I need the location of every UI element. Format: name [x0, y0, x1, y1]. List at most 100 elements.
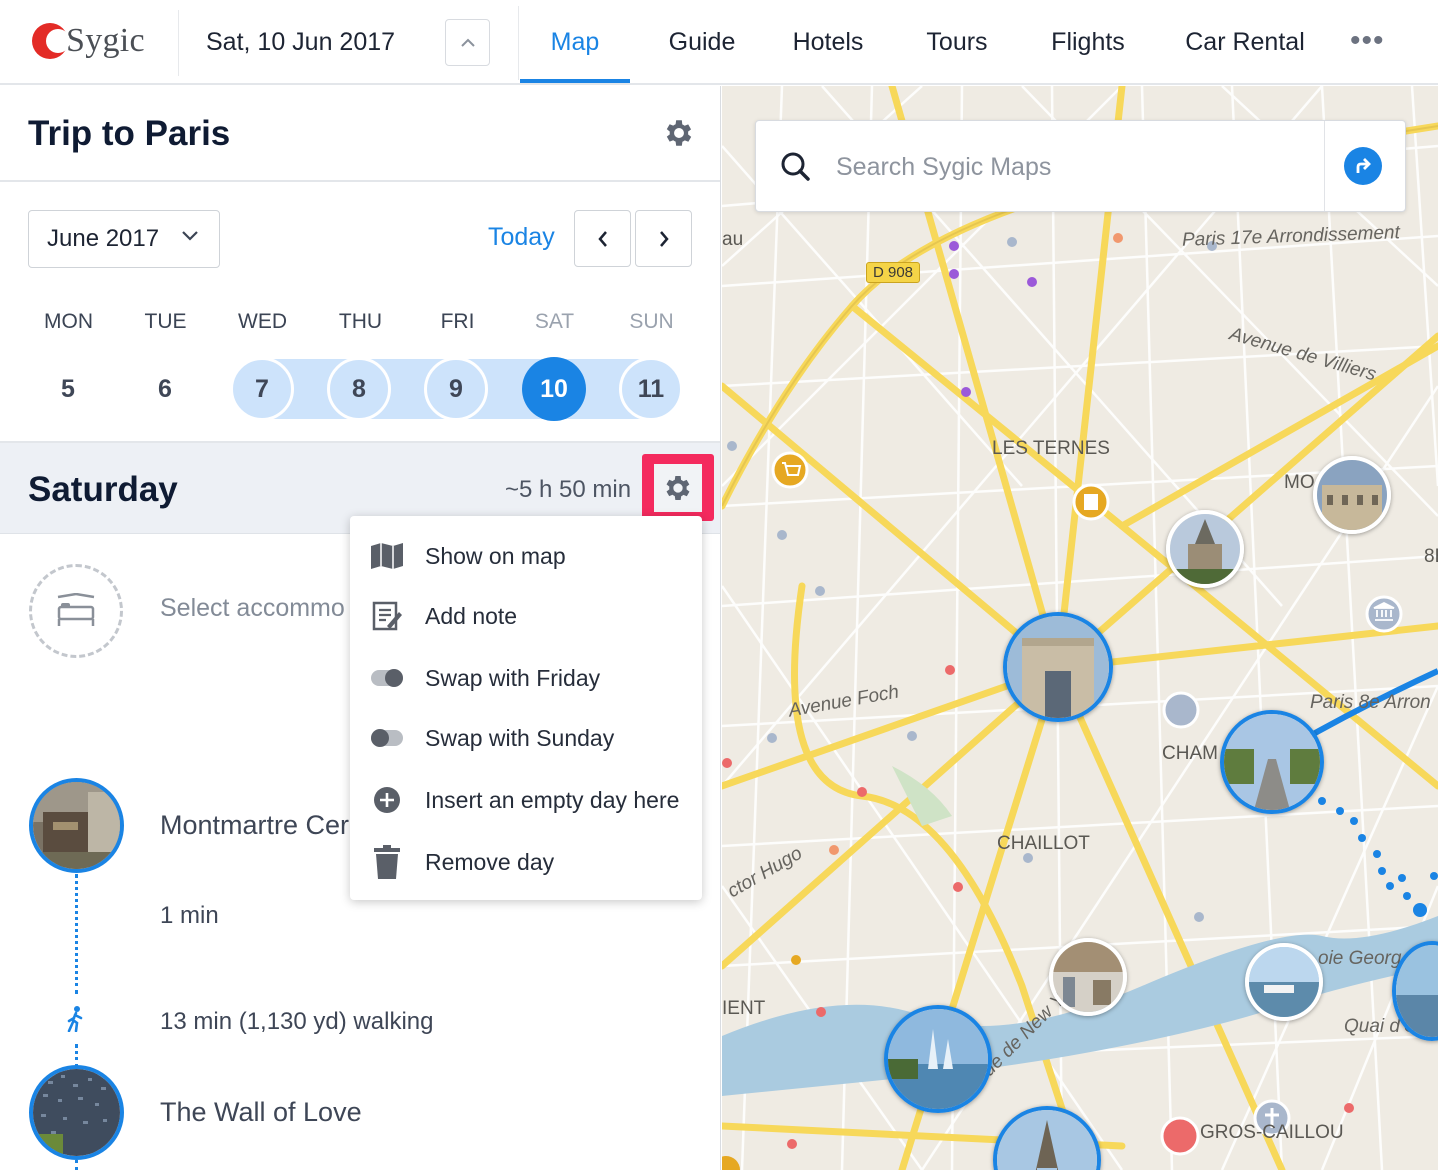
place-name[interactable]: The Wall of Love — [160, 1097, 362, 1128]
divider — [1324, 121, 1325, 211]
photo-icon — [1396, 945, 1438, 1037]
weekday-label: WED — [238, 310, 287, 333]
select-accommodation-link[interactable]: Select accommo — [160, 594, 345, 623]
day-duration: ~5 h 50 min — [505, 476, 632, 503]
day-settings-inner — [654, 463, 702, 512]
map-label: IENT — [722, 998, 766, 1019]
place-photo[interactable] — [29, 778, 124, 873]
map-poi-champs-elysees[interactable] — [1220, 710, 1324, 814]
calendar-day[interactable]: 8 — [327, 357, 391, 421]
walking-duration: 13 min (1,130 yd) walking — [160, 1008, 434, 1035]
chevron-up-icon — [460, 38, 475, 47]
map-poi-trocadero[interactable] — [884, 1005, 992, 1113]
divider — [0, 180, 720, 182]
menu-item-swap-sunday[interactable]: Swap with Sunday — [350, 710, 702, 766]
trip-title: Trip to Paris — [28, 114, 231, 153]
weekday-label: SAT — [534, 310, 575, 333]
month-select-value: June 2017 — [47, 225, 160, 252]
stay-duration: 1 min — [160, 902, 219, 929]
map-label: CHAILLOT — [997, 833, 1090, 854]
nav-flights[interactable]: Flights — [1024, 0, 1152, 85]
map-icon — [370, 539, 404, 573]
trip-date: Sat, 10 Jun 2017 — [206, 28, 396, 56]
building-photo-icon — [1317, 460, 1387, 530]
eiffel-tower-photo-icon — [997, 1110, 1097, 1170]
weekday-label: MON — [44, 310, 93, 333]
trip-settings-gear-icon[interactable] — [662, 116, 696, 150]
prev-week-button[interactable] — [574, 210, 631, 267]
place-name[interactable]: Montmartre Cer — [160, 810, 349, 841]
nav-car-rental[interactable]: Car Rental — [1152, 0, 1338, 85]
map-label: MO — [1284, 472, 1315, 493]
road-number-badge: D 908 — [866, 262, 921, 283]
map-poi-arc-de-triomphe[interactable] — [1003, 612, 1113, 722]
menu-item-label: Remove day — [425, 848, 555, 875]
map-search-input[interactable] — [836, 149, 1316, 185]
menu-item-label: Insert an empty day here — [425, 786, 680, 813]
calendar-day[interactable]: 9 — [424, 357, 488, 421]
sygic-logo[interactable]: Sygic — [32, 22, 145, 60]
top-bar: Sygic Sat, 10 Jun 2017 Map Guide Hotels … — [0, 0, 1438, 85]
next-week-button[interactable] — [635, 210, 692, 267]
map-search-box — [755, 120, 1406, 212]
gear-icon — [666, 475, 690, 500]
search-icon — [781, 152, 810, 181]
more-menu-icon[interactable]: ••• — [1350, 24, 1385, 58]
place-photo[interactable] — [29, 1065, 124, 1160]
menu-item-add-note[interactable]: Add note — [350, 588, 702, 644]
menu-item-remove-day[interactable]: Remove day — [350, 834, 702, 890]
map-poi-photo[interactable] — [1313, 456, 1391, 534]
day-title: Saturday — [28, 470, 178, 509]
map-poi-photo[interactable] — [1166, 510, 1244, 588]
menu-item-show-on-map[interactable]: Show on map — [350, 528, 702, 584]
calendar-day[interactable]: 6 — [133, 357, 197, 421]
weekday-label: SUN — [629, 310, 674, 333]
map-label: au — [722, 229, 744, 250]
day-settings-button[interactable] — [642, 454, 714, 521]
divider — [178, 10, 179, 76]
main-nav: Map Guide Hotels Tours Flights Car Renta… — [520, 0, 1338, 85]
museum-photo-icon — [1053, 942, 1123, 1012]
nav-map[interactable]: Map — [520, 0, 630, 85]
nav-tours[interactable]: Tours — [890, 0, 1024, 85]
calendar-day[interactable]: 11 — [619, 357, 683, 421]
menu-item-label: Add note — [425, 602, 518, 629]
accommodation-placeholder[interactable] — [29, 564, 123, 658]
calendar-day-selected[interactable]: 10 — [522, 357, 586, 421]
map-poi-photo[interactable] — [1049, 938, 1127, 1016]
collapse-button[interactable] — [445, 19, 490, 66]
weekday-label: TUE — [144, 310, 187, 333]
avenue-photo-icon — [1224, 714, 1320, 810]
directions-arrow-icon — [1356, 158, 1371, 173]
weekday-header: MON TUE WED THU FRI SAT SUN — [20, 310, 700, 338]
river-boat-photo-icon — [1249, 947, 1319, 1017]
sygic-logo-icon — [32, 23, 70, 59]
church-photo-icon — [1170, 514, 1240, 584]
montmartre-photo-icon — [33, 782, 120, 869]
menu-item-insert-empty-day[interactable]: Insert an empty day here — [350, 772, 702, 828]
map-label: 8E — [1424, 546, 1438, 567]
month-select[interactable]: June 2017 — [28, 210, 220, 268]
trash-icon — [370, 845, 404, 879]
menu-item-swap-friday[interactable]: Swap with Friday — [350, 650, 702, 706]
map-view[interactable]: Paris 17e Arrondissement Avenue de Villi… — [722, 86, 1438, 1170]
menu-item-label: Swap with Friday — [425, 664, 601, 691]
map-label: oie Georg — [1318, 948, 1402, 969]
today-link[interactable]: Today — [488, 223, 555, 252]
calendar-day[interactable]: 7 — [230, 357, 294, 421]
nav-hotels[interactable]: Hotels — [766, 0, 890, 85]
divider — [518, 6, 519, 80]
day-settings-menu: Show on map Add note Swap with Friday Sw… — [350, 516, 702, 900]
map-label: Paris 8e Arron — [1310, 692, 1431, 713]
chevron-down-icon — [182, 231, 198, 241]
nav-guide[interactable]: Guide — [638, 0, 766, 85]
chevron-left-icon — [597, 230, 607, 247]
calendar-day[interactable]: 5 — [36, 357, 100, 421]
arc-de-triomphe-photo-icon — [1007, 616, 1109, 718]
weekday-label: THU — [338, 310, 383, 333]
fountain-photo-icon — [888, 1009, 988, 1109]
directions-button[interactable] — [1344, 147, 1382, 185]
map-poi-photo[interactable] — [1245, 943, 1323, 1021]
bed-icon — [57, 593, 95, 626]
walking-icon — [67, 1006, 83, 1032]
